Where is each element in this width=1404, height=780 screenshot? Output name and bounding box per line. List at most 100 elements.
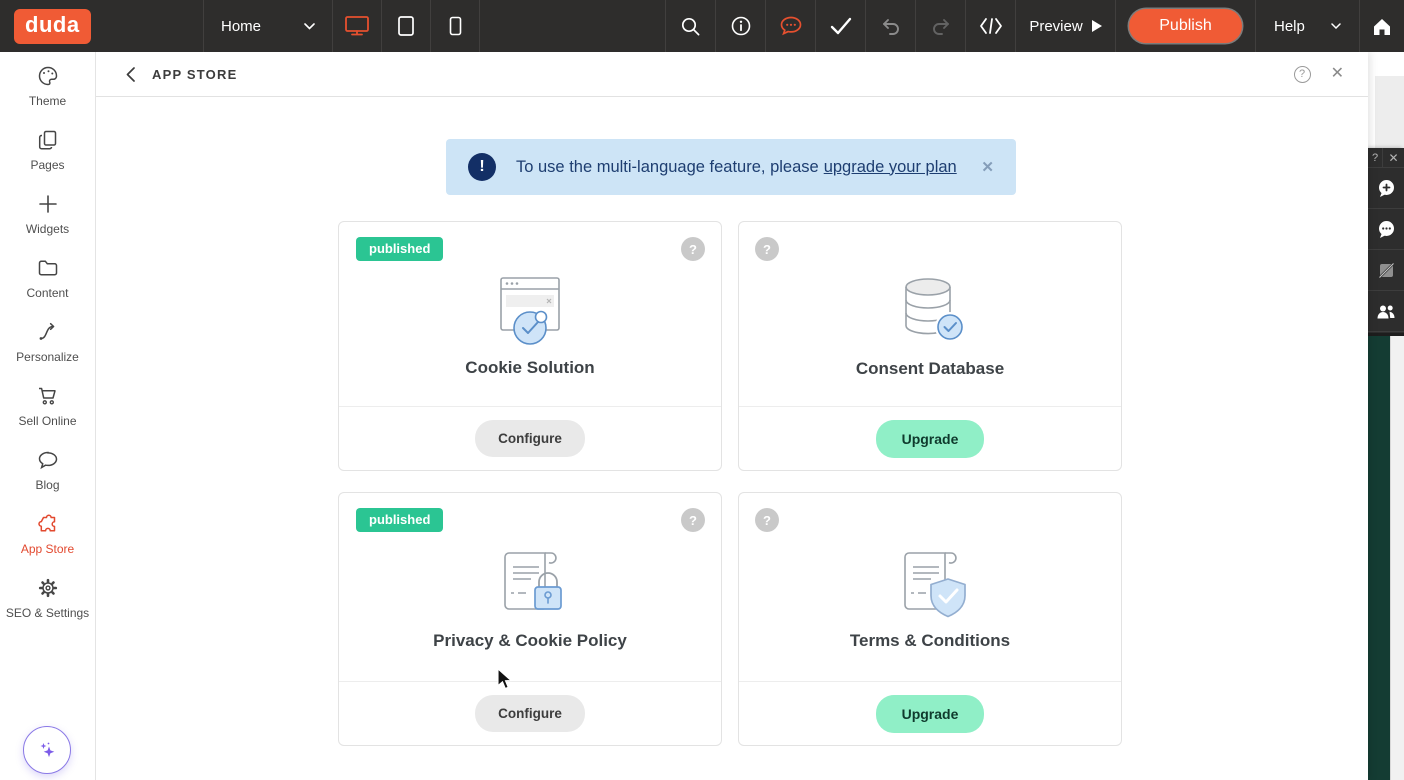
sidebar-label: Widgets bbox=[26, 222, 69, 236]
topbar-spacer bbox=[480, 0, 665, 52]
logo-container: duda bbox=[0, 0, 203, 52]
dev-mode-button[interactable] bbox=[965, 0, 1015, 52]
plus-icon bbox=[36, 192, 60, 216]
sidebar-item-pages[interactable]: Pages bbox=[0, 116, 95, 180]
palette-icon bbox=[36, 64, 60, 88]
desktop-view-button[interactable] bbox=[333, 0, 382, 52]
pages-icon bbox=[36, 128, 60, 152]
save-check-button[interactable] bbox=[815, 0, 865, 52]
sparkles-icon bbox=[34, 737, 60, 763]
top-bar: duda Home bbox=[0, 0, 1404, 52]
add-comment-button[interactable] bbox=[1368, 168, 1404, 209]
configure-button[interactable]: Configure bbox=[475, 695, 585, 732]
speech-bubble-icon bbox=[36, 448, 60, 472]
banner-message: To use the multi-language feature, pleas… bbox=[516, 158, 819, 176]
panel-help-icon[interactable]: ? bbox=[1294, 66, 1311, 83]
upgrade-button[interactable]: Upgrade bbox=[876, 695, 985, 733]
banner-text: To use the multi-language feature, pleas… bbox=[516, 158, 957, 177]
redo-icon bbox=[930, 16, 952, 36]
sidebar-label: Sell Online bbox=[18, 414, 76, 428]
card-title: Terms & Conditions bbox=[850, 631, 1010, 651]
collaborators-button[interactable] bbox=[1368, 291, 1404, 332]
undo-button[interactable] bbox=[865, 0, 915, 52]
ai-assistant-button[interactable] bbox=[23, 726, 71, 774]
help-label: Help bbox=[1274, 18, 1305, 35]
preview-label: Preview bbox=[1029, 18, 1082, 35]
app-card-cookie-solution: published ? Cookie Solution Configure bbox=[338, 221, 722, 471]
mobile-view-button[interactable] bbox=[431, 0, 480, 52]
info-icon bbox=[730, 15, 752, 37]
upgrade-plan-link[interactable]: upgrade your plan bbox=[824, 158, 957, 176]
sidebar-item-content[interactable]: Content bbox=[0, 244, 95, 308]
upgrade-banner: ! To use the multi-language feature, ple… bbox=[446, 139, 1016, 195]
card-body: Cookie Solution bbox=[339, 222, 721, 406]
configure-button[interactable]: Configure bbox=[475, 420, 585, 457]
sidebar-item-widgets[interactable]: Widgets bbox=[0, 180, 95, 244]
app-card-privacy-cookie-policy: published ? Privacy & Cookie Policy bbox=[338, 492, 722, 746]
add-comment-icon bbox=[1377, 179, 1396, 198]
play-icon bbox=[1092, 20, 1102, 32]
card-footer: Configure bbox=[339, 406, 721, 470]
back-chevron-icon[interactable] bbox=[126, 67, 135, 82]
puzzle-icon bbox=[36, 512, 60, 536]
card-title: Privacy & Cookie Policy bbox=[433, 631, 627, 651]
folder-icon bbox=[36, 256, 60, 280]
editor-sidebar: Theme Pages Widgets Content Personalize … bbox=[0, 52, 96, 780]
site-info-button[interactable] bbox=[715, 0, 765, 52]
chevron-down-icon bbox=[304, 23, 315, 30]
mini-help-button[interactable]: ? bbox=[1368, 148, 1383, 167]
mobile-icon bbox=[449, 16, 462, 36]
app-store-panel: APP STORE ? ✕ ! To use the multi-languag… bbox=[96, 52, 1368, 780]
sidebar-label: Theme bbox=[29, 94, 66, 108]
browser-cookie-icon bbox=[485, 272, 575, 350]
tablet-view-button[interactable] bbox=[382, 0, 431, 52]
app-store-header: APP STORE ? ✕ bbox=[96, 52, 1368, 97]
card-footer: Upgrade bbox=[739, 681, 1121, 745]
card-body: Terms & Conditions bbox=[739, 493, 1121, 681]
sidebar-item-sell-online[interactable]: Sell Online bbox=[0, 372, 95, 436]
redo-button[interactable] bbox=[915, 0, 965, 52]
duda-logo[interactable]: duda bbox=[14, 9, 91, 44]
hide-comments-button[interactable] bbox=[1368, 250, 1404, 291]
sidebar-label: Personalize bbox=[16, 350, 79, 364]
preview-button[interactable]: Preview bbox=[1015, 0, 1115, 52]
comments-icon bbox=[1377, 220, 1396, 239]
page-selector-dropdown[interactable]: Home bbox=[203, 0, 333, 52]
help-dropdown[interactable]: Help bbox=[1255, 0, 1360, 52]
cart-icon bbox=[36, 384, 60, 408]
panel-close-icon[interactable]: ✕ bbox=[1331, 66, 1344, 82]
mini-close-button[interactable]: ✕ bbox=[1383, 148, 1404, 167]
route-icon bbox=[36, 320, 60, 344]
page-selector-label: Home bbox=[221, 18, 261, 35]
sidebar-item-blog[interactable]: Blog bbox=[0, 436, 95, 500]
sidebar-item-theme[interactable]: Theme bbox=[0, 52, 95, 116]
panel-title: APP STORE bbox=[152, 67, 237, 82]
upgrade-button[interactable]: Upgrade bbox=[876, 420, 985, 458]
search-icon bbox=[680, 16, 701, 37]
right-edge-strip: ? ✕ bbox=[1368, 52, 1404, 780]
gear-icon bbox=[36, 576, 60, 600]
banner-close-icon[interactable]: ✕ bbox=[981, 158, 994, 176]
feedback-chat-button[interactable] bbox=[765, 0, 815, 52]
checkmark-icon bbox=[830, 17, 852, 35]
comments-button[interactable] bbox=[1368, 209, 1404, 250]
document-lock-icon bbox=[485, 545, 575, 623]
sidebar-item-personalize[interactable]: Personalize bbox=[0, 308, 95, 372]
publish-container: Publish bbox=[1115, 0, 1255, 52]
publish-button[interactable]: Publish bbox=[1129, 9, 1241, 43]
app-card-terms-conditions: ? Terms & Conditions Upgrade bbox=[738, 492, 1122, 746]
app-card-consent-database: ? Consent Database Upgrade bbox=[738, 221, 1122, 471]
sidebar-item-seo-settings[interactable]: SEO & Settings bbox=[0, 564, 95, 628]
card-body: Privacy & Cookie Policy bbox=[339, 493, 721, 681]
code-icon bbox=[979, 17, 1003, 35]
dashboard-home-button[interactable] bbox=[1360, 0, 1404, 52]
home-icon bbox=[1372, 17, 1392, 36]
scrollbar-track[interactable] bbox=[1390, 336, 1404, 780]
sidebar-item-app-store[interactable]: App Store bbox=[0, 500, 95, 564]
document-shield-icon bbox=[885, 545, 975, 623]
search-button[interactable] bbox=[665, 0, 715, 52]
card-body: Consent Database bbox=[739, 222, 1121, 406]
site-preview-background bbox=[1368, 336, 1390, 780]
alert-icon: ! bbox=[468, 153, 496, 181]
desktop-icon bbox=[344, 15, 370, 37]
